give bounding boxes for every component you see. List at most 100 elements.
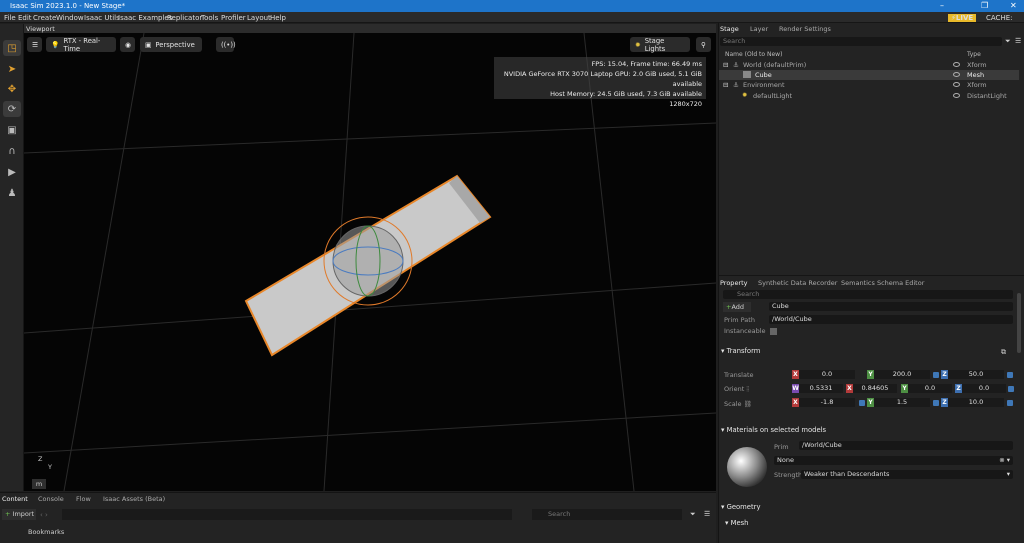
content-search-input[interactable]: Search <box>532 509 682 520</box>
camera-button[interactable]: ▣ Perspective <box>140 37 202 52</box>
menu-isaac-examples[interactable]: Isaac Examples <box>118 14 172 22</box>
link-icon[interactable] <box>933 372 939 378</box>
menu-window[interactable]: Window <box>56 14 84 22</box>
scale-link-icon[interactable]: ⛓ <box>744 400 752 408</box>
record-icon[interactable]: ♟ <box>3 185 21 201</box>
broadcast-icon[interactable]: ((•)) <box>216 37 236 52</box>
property-search-input[interactable]: Search <box>723 290 1013 299</box>
link-icon[interactable] <box>1007 400 1013 406</box>
translate-x-field[interactable]: 0.0 <box>799 370 855 379</box>
tab-console[interactable]: Console <box>38 495 64 503</box>
move-icon[interactable]: ✥ <box>3 81 21 97</box>
menu-replicator[interactable]: Replicator <box>167 14 202 22</box>
renderer-button[interactable]: 💡 RTX - Real-Time <box>46 37 116 53</box>
unit-badge[interactable]: m <box>32 479 46 489</box>
add-button[interactable]: +Add <box>723 302 751 312</box>
viewport-tab[interactable]: Viewport <box>24 24 716 33</box>
menu-edit[interactable]: Edit <box>18 14 32 22</box>
stage-search-input[interactable]: Search <box>720 37 1002 46</box>
translate-y-field[interactable]: 200.0 <box>874 370 930 379</box>
filter-icon[interactable]: ⏷ <box>690 510 696 519</box>
scale-x-field[interactable]: -1.8 <box>799 398 855 407</box>
menu-profiler[interactable]: Profiler <box>221 14 246 22</box>
translate-z-field[interactable]: 50.0 <box>948 370 1004 379</box>
bookmarks-label[interactable]: Bookmarks <box>28 528 64 536</box>
pin-icon[interactable]: ⚲ <box>696 37 711 52</box>
snap-icon[interactable]: ∩ <box>3 143 21 159</box>
orient-w-field[interactable]: 0.5331 <box>799 384 843 393</box>
stage-menu-icon[interactable]: ☰ <box>1015 37 1021 45</box>
tab-content[interactable]: Content <box>2 495 28 503</box>
link-icon[interactable] <box>859 400 865 406</box>
strength-dropdown[interactable]: Weaker than Descendants ▾ <box>801 470 1013 479</box>
collapse-icon[interactable]: ⊟ <box>723 61 728 69</box>
minimize-button[interactable]: – <box>940 1 944 10</box>
menu-tools[interactable]: Tools <box>201 14 218 22</box>
pointer-icon[interactable]: ➤ <box>3 61 21 77</box>
menu-file[interactable]: File <box>4 14 16 22</box>
collapse-icon[interactable]: ⊟ <box>723 81 728 89</box>
mat-prim-field[interactable]: /World/Cube <box>799 441 1013 450</box>
stage-row[interactable]: ✹ defaultLight DistantLight <box>719 91 1019 101</box>
stats-resolution: 1280x720 <box>669 100 702 108</box>
prim-path-field[interactable]: /World/Cube <box>769 315 1013 324</box>
materials-section-header[interactable]: ▾ Materials on selected models <box>721 426 1017 438</box>
link-icon[interactable] <box>1008 386 1014 392</box>
link-icon[interactable] <box>1007 372 1013 378</box>
menu-help[interactable]: Help <box>270 14 286 22</box>
orient-x-field[interactable]: 0.84605 <box>853 384 897 393</box>
transform-section-header[interactable]: ▾ Transform <box>721 347 1017 359</box>
visibility-icon[interactable]: ◉ <box>120 37 135 52</box>
menu-layout[interactable]: Layout <box>247 14 271 22</box>
select-icon[interactable]: ◳ <box>3 40 21 56</box>
tab-stage[interactable]: Stage <box>720 25 739 33</box>
live-badge[interactable]: ⚡LIVE <box>948 14 977 22</box>
rotate-icon[interactable]: ⟳ <box>3 101 21 117</box>
nav-arrows-icon[interactable]: ‹ › <box>40 511 48 519</box>
tab-flow[interactable]: Flow <box>76 495 91 503</box>
menu-create[interactable]: Create <box>33 14 56 22</box>
tab-layer[interactable]: Layer <box>750 25 768 33</box>
panel-divider[interactable] <box>719 275 1024 276</box>
stage-row[interactable]: ⊟ ⚓ World (defaultPrim) Xform <box>719 60 1019 70</box>
transform-menu-icon[interactable]: ⧉ <box>1001 348 1006 357</box>
tab-isaac-assets[interactable]: Isaac Assets (Beta) <box>103 495 165 503</box>
eye-icon[interactable] <box>953 62 960 67</box>
orient-z-field[interactable]: 0.0 <box>962 384 1006 393</box>
stage-col-type[interactable]: Type <box>967 51 981 58</box>
tab-synthetic-data-recorder[interactable]: Synthetic Data Recorder <box>758 279 837 287</box>
material-dropdown[interactable]: None ⊗ ▾ <box>774 456 1013 465</box>
eye-icon[interactable] <box>953 72 960 77</box>
viewport[interactable]: ☰ 💡 RTX - Real-Time ◉ ▣ Perspective ((•)) … <box>24 33 716 491</box>
scale-icon[interactable]: ▣ <box>3 122 21 138</box>
stage-row[interactable]: ⊟ ⚓ Environment Xform <box>719 80 1019 90</box>
sun-icon: ✹ <box>635 40 641 49</box>
tab-semantics-schema-editor[interactable]: Semantics Schema Editor <box>841 279 924 287</box>
instanceable-checkbox[interactable] <box>770 328 777 335</box>
geometry-section-header[interactable]: ▾ Geometry <box>721 503 1017 515</box>
play-icon[interactable]: ▶ <box>3 164 21 180</box>
restore-button[interactable]: ❐ <box>981 1 988 10</box>
eye-icon[interactable] <box>953 82 960 87</box>
stage-row-selected[interactable]: Cube Mesh <box>719 70 1019 80</box>
scale-z-field[interactable]: 10.0 <box>948 398 1004 407</box>
clear-chevron-icon[interactable]: ⊗ ▾ <box>999 456 1010 465</box>
prim-name-field[interactable]: Cube <box>769 302 1013 311</box>
menu-isaac-utils[interactable]: Isaac Utils <box>84 14 120 22</box>
close-button[interactable]: ✕ <box>1010 1 1017 10</box>
viewport-settings-icon[interactable]: ☰ <box>27 37 42 52</box>
lights-button[interactable]: ✹ Stage Lights <box>630 37 690 53</box>
tab-render-settings[interactable]: Render Settings <box>779 25 831 33</box>
tab-property[interactable]: Property <box>720 279 748 287</box>
stage-col-name[interactable]: Name (Old to New) <box>725 51 782 58</box>
list-menu-icon[interactable]: ☰ <box>704 510 710 518</box>
scale-y-field[interactable]: 1.5 <box>874 398 930 407</box>
path-field[interactable] <box>62 509 512 520</box>
stage-filter-icon[interactable]: ⏷ <box>1005 37 1011 46</box>
mesh-section-header[interactable]: ▾ Mesh <box>725 519 1021 531</box>
orient-y-field[interactable]: 0.0 <box>908 384 952 393</box>
property-scrollbar[interactable] <box>1017 293 1021 353</box>
link-icon[interactable] <box>933 400 939 406</box>
import-button[interactable]: + Import <box>2 509 36 520</box>
eye-icon[interactable] <box>953 93 960 98</box>
